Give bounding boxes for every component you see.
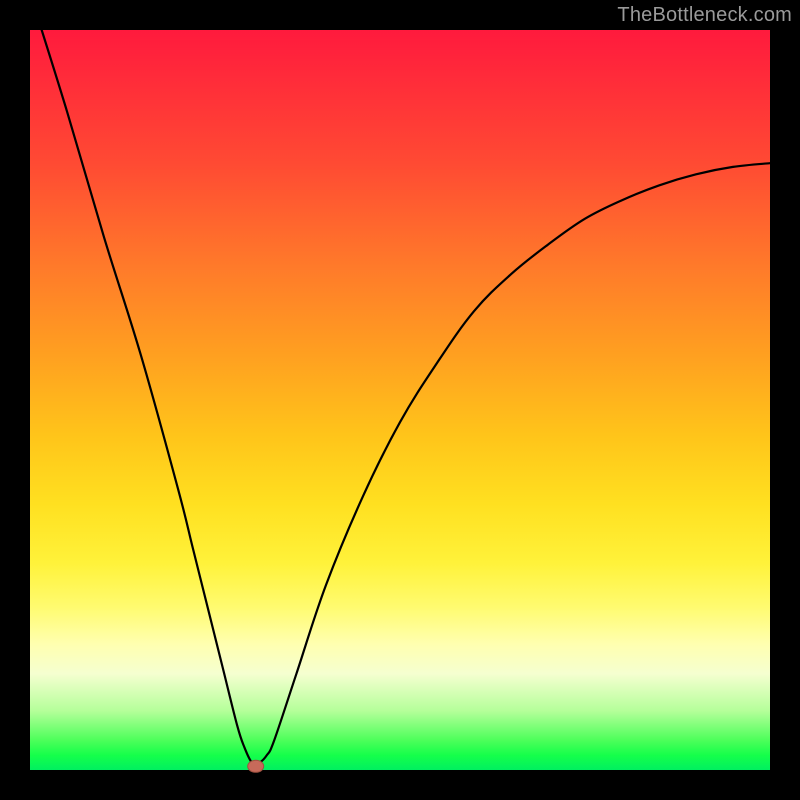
chart-svg	[30, 30, 770, 770]
bottleneck-curve	[30, 0, 770, 764]
min-point-marker	[248, 760, 264, 772]
chart-frame: TheBottleneck.com	[0, 0, 800, 800]
watermark-label: TheBottleneck.com	[617, 4, 792, 27]
plot-area	[30, 30, 770, 770]
